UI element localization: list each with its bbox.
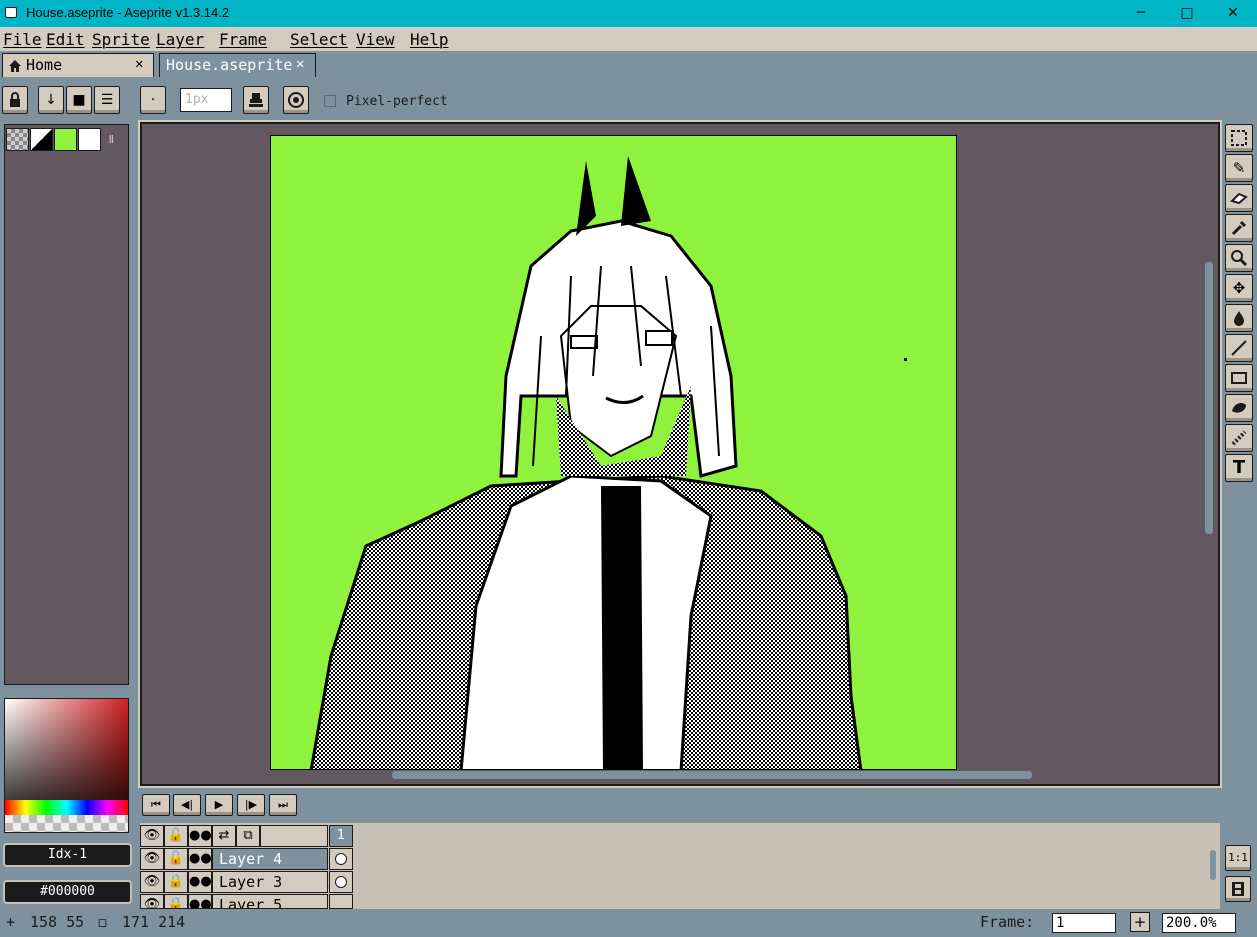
color-hex-field[interactable]: #000000 xyxy=(3,880,132,904)
brush-type-icon[interactable]: · xyxy=(140,86,166,114)
tab-home[interactable] xyxy=(2,53,154,77)
cel-dot-icon xyxy=(335,853,347,865)
pencil-icon[interactable]: ✎ xyxy=(1225,154,1253,182)
palette-resize-handle[interactable]: ǁ xyxy=(108,133,116,146)
layer-continuous-icon[interactable]: ●● xyxy=(188,871,212,893)
paint-bucket-icon[interactable] xyxy=(1225,304,1253,332)
lock-header-icon[interactable]: 🔓 xyxy=(164,825,188,847)
ink-icon[interactable] xyxy=(243,86,269,114)
minimize-button[interactable]: ─ xyxy=(1118,0,1164,27)
lock-icon[interactable] xyxy=(2,86,28,114)
layer-name[interactable]: Layer 4 xyxy=(212,848,328,870)
move-icon[interactable]: ✥ xyxy=(1225,274,1253,302)
color-index-field[interactable]: Idx-1 xyxy=(3,843,132,867)
window-title: House.aseprite - Aseprite v1.3.14.2 xyxy=(26,5,230,20)
film-icon[interactable] xyxy=(1225,876,1251,902)
app-icon xyxy=(5,7,17,18)
horizontal-scrollbar[interactable] xyxy=(392,771,1032,779)
zoom-1-1-button[interactable]: 1:1 xyxy=(1225,845,1251,871)
brush-size-input[interactable]: 1px xyxy=(180,88,232,112)
menu-select[interactable]: Select xyxy=(290,30,348,49)
pixel-perfect-checkbox[interactable] xyxy=(324,95,336,107)
rectangular-marquee-icon[interactable] xyxy=(1225,124,1253,152)
cel-dot-icon xyxy=(335,876,347,888)
cursor-position: 158 55 xyxy=(30,913,85,931)
vertical-scrollbar[interactable] xyxy=(1205,262,1213,534)
blur-icon[interactable] xyxy=(1225,424,1253,452)
timeline-header-spacer xyxy=(260,825,328,847)
continuous-header-icon[interactable]: ●● xyxy=(188,825,212,847)
layer-lock-icon[interactable]: 🔒 xyxy=(164,894,188,909)
menu-file[interactable]: File xyxy=(3,30,42,49)
sprite-canvas[interactable] xyxy=(270,135,957,770)
dynamics-icon[interactable] xyxy=(283,86,309,114)
close-window-button[interactable]: ✕ xyxy=(1210,0,1256,27)
tab-house-close[interactable]: ✕ xyxy=(296,56,304,72)
tab-house-label: House.aseprite xyxy=(166,56,293,74)
arrow-down-icon[interactable]: ↓ xyxy=(38,86,64,114)
layer-continuous-icon[interactable]: ●● xyxy=(188,848,212,870)
frame-input[interactable]: 1 xyxy=(1052,913,1116,933)
home-icon xyxy=(8,58,22,72)
eyedropper-icon[interactable] xyxy=(1225,214,1253,242)
palette-swatch-white[interactable] xyxy=(78,128,101,151)
layer-continuous-icon[interactable]: ●● xyxy=(188,894,212,909)
line-icon[interactable] xyxy=(1225,334,1253,362)
layer-cel[interactable] xyxy=(329,894,353,909)
pixel-perfect-label: Pixel-perfect xyxy=(346,94,448,109)
menu-layer[interactable]: Layer xyxy=(156,30,204,49)
sprite-artwork xyxy=(309,156,907,769)
selection-size-icon: ◻ xyxy=(98,913,108,931)
square-brush-icon[interactable]: ■ xyxy=(66,86,92,114)
previous-frame-icon[interactable]: ◀| xyxy=(173,794,201,816)
new-layer-icon[interactable]: ⧉ xyxy=(236,825,260,847)
palette-panel xyxy=(4,124,129,685)
eraser-icon[interactable] xyxy=(1225,184,1253,212)
tab-home-close[interactable]: ✕ xyxy=(135,56,143,72)
palette-swatch-bw[interactable] xyxy=(30,128,53,151)
add-frame-button[interactable]: + xyxy=(1130,912,1150,932)
play-icon[interactable]: ▶ xyxy=(205,794,233,816)
zoom-icon[interactable] xyxy=(1225,244,1253,272)
menu-help[interactable]: Help xyxy=(410,30,449,49)
maximize-button[interactable]: □ xyxy=(1164,0,1210,27)
layer-visibility-icon[interactable]: 👁 xyxy=(140,848,164,870)
alpha-slider[interactable] xyxy=(5,815,128,832)
last-frame-icon[interactable]: ⏭ xyxy=(269,794,297,816)
hue-slider[interactable] xyxy=(5,800,128,815)
layer-visibility-icon[interactable]: 👁 xyxy=(140,894,164,909)
brush-options-icon[interactable]: ☰ xyxy=(94,86,120,114)
palette-swatch-transparent[interactable] xyxy=(6,128,29,151)
menu-frame[interactable]: Frame xyxy=(219,30,267,49)
layer-lock-icon[interactable]: 🔒 xyxy=(164,871,188,893)
tab-home-label: Home xyxy=(26,56,63,74)
layer-visibility-icon[interactable]: 👁 xyxy=(140,871,164,893)
layer-lock-icon[interactable]: 🔓 xyxy=(164,848,188,870)
zoom-input[interactable]: 200.0% xyxy=(1162,913,1236,933)
next-frame-icon[interactable]: |▶ xyxy=(237,794,265,816)
selection-size: 171 214 xyxy=(122,913,186,931)
crosshair-icon: + xyxy=(6,913,16,931)
menu-view[interactable]: View xyxy=(356,30,395,49)
first-frame-icon[interactable]: ⏮ xyxy=(142,794,170,816)
palette-swatch-green[interactable] xyxy=(54,128,77,151)
contour-icon[interactable] xyxy=(1225,394,1253,422)
rectangle-icon[interactable] xyxy=(1225,364,1253,392)
layer-name[interactable]: Layer 5 xyxy=(212,894,328,909)
timeline-scrollbar[interactable] xyxy=(1210,850,1216,880)
layer-name[interactable]: Layer 3 xyxy=(212,871,328,893)
menu-edit[interactable]: Edit xyxy=(46,30,85,49)
menu-sprite[interactable]: Sprite xyxy=(92,30,150,49)
layer-tree-icon[interactable]: ⇄ xyxy=(212,825,236,847)
frame-header[interactable]: 1 xyxy=(329,825,353,847)
text-icon[interactable]: T xyxy=(1225,454,1253,482)
frame-label: Frame: xyxy=(980,913,1035,931)
visibility-header-icon[interactable]: 👁 xyxy=(140,825,164,847)
